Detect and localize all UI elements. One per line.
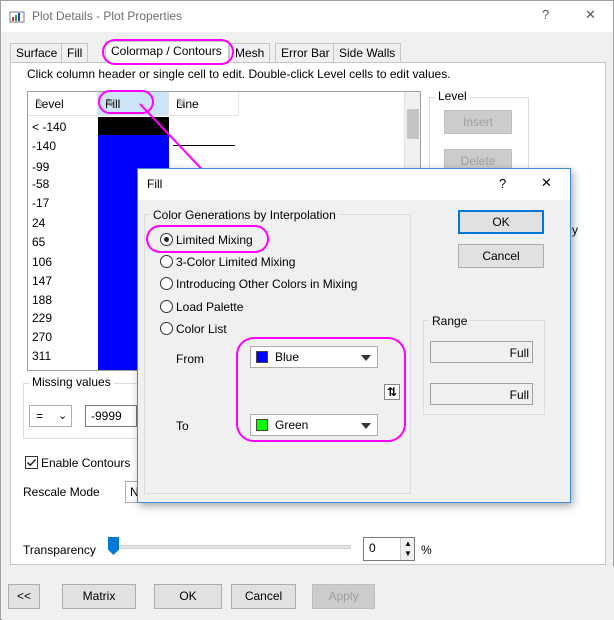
- tab-side-walls[interactable]: Side Walls: [333, 43, 402, 62]
- range-min-field: Full: [430, 341, 533, 363]
- level-cell[interactable]: -58: [32, 177, 49, 191]
- radio-load-palette-label[interactable]: Load Palette: [176, 300, 243, 314]
- edit-pencil-icon[interactable]: ✎: [35, 96, 91, 112]
- level-cell[interactable]: -99: [32, 160, 49, 174]
- spin-up-icon[interactable]: ▲: [404, 539, 412, 548]
- fill-dialog-title-bar[interactable]: Fill ? ✕: [138, 169, 570, 200]
- transparency-spinner[interactable]: ▲ ▼: [400, 538, 414, 560]
- radio-color-list-label[interactable]: Color List: [176, 322, 227, 336]
- tab-surface[interactable]: Surface: [10, 43, 64, 62]
- missing-operator-select[interactable]: = ⌄: [29, 405, 72, 427]
- range-max-field: Full: [430, 383, 533, 405]
- fill-dialog-title: Fill: [147, 177, 163, 191]
- chevron-down-icon: ⌄: [58, 410, 68, 422]
- insert-button[interactable]: Insert: [444, 110, 512, 134]
- app-icon: [9, 11, 25, 23]
- fill-cancel-button[interactable]: Cancel: [458, 244, 544, 268]
- level-cell[interactable]: 229: [32, 311, 52, 325]
- apply-button[interactable]: Apply: [312, 584, 375, 609]
- level-cell[interactable]: -17: [32, 196, 49, 210]
- title-bar[interactable]: Plot Details - Plot Properties ? ✕: [1, 1, 613, 32]
- highlight-limited-mixing: [146, 225, 269, 253]
- cancel-button[interactable]: Cancel: [231, 584, 296, 609]
- collapse-button[interactable]: <<: [8, 584, 40, 609]
- to-label: To: [176, 419, 189, 433]
- level-cell[interactable]: 311: [32, 349, 51, 363]
- radio-other-colors-label[interactable]: Introducing Other Colors in Mixing: [176, 277, 357, 291]
- rescale-mode-label: Rescale Mode: [23, 485, 100, 499]
- level-cell[interactable]: < -140: [32, 120, 66, 134]
- fill-dialog: Fill ? ✕ Color Generations by Interpolat…: [137, 168, 571, 503]
- ok-button[interactable]: OK: [154, 584, 222, 609]
- fill-close-button[interactable]: ✕: [541, 175, 552, 191]
- transparency-label: Transparency: [23, 543, 96, 557]
- missing-value-input[interactable]: -9999: [85, 405, 137, 427]
- highlight-colormap-tab: [102, 39, 234, 65]
- hint-text: Click column header or single cell to ed…: [27, 67, 451, 81]
- highlight-from-to: [236, 337, 406, 442]
- radio-3-color-limited-mixing[interactable]: [160, 255, 173, 268]
- radio-3-color-label[interactable]: 3-Color Limited Mixing: [176, 255, 295, 269]
- help-button[interactable]: ?: [542, 7, 549, 22]
- range-group-label: Range: [429, 314, 471, 328]
- level-cell[interactable]: 147: [32, 274, 52, 288]
- level-cell[interactable]: 24: [32, 216, 45, 230]
- tab-mesh[interactable]: Mesh: [229, 43, 271, 62]
- close-button[interactable]: ✕: [585, 7, 596, 23]
- from-label: From: [176, 352, 204, 366]
- tab-fill[interactable]: Fill: [61, 43, 89, 62]
- partial-label: y: [572, 223, 578, 237]
- scrollbar-thumb[interactable]: [407, 109, 419, 139]
- transparency-slider-track[interactable]: [109, 545, 351, 549]
- missing-values-label: Missing values: [29, 375, 114, 389]
- level-cell[interactable]: 188: [32, 293, 52, 307]
- radio-load-palette[interactable]: [160, 300, 173, 313]
- level-cell[interactable]: 270: [32, 330, 52, 344]
- level-cell[interactable]: -140: [32, 139, 56, 153]
- radio-color-list[interactable]: [160, 322, 173, 335]
- color-generation-group-label: Color Generations by Interpolation: [150, 208, 339, 222]
- level-cell[interactable]: 106: [32, 255, 52, 269]
- level-cell[interactable]: 65: [32, 235, 45, 249]
- column-header-level[interactable]: Level ✎: [28, 92, 98, 116]
- fill-help-button[interactable]: ?: [499, 176, 506, 191]
- check-icon: [26, 458, 37, 467]
- matrix-button[interactable]: Matrix: [62, 584, 136, 609]
- enable-contours-label: Enable Contours: [41, 456, 131, 470]
- spin-down-icon[interactable]: ▼: [404, 549, 412, 558]
- enable-contours-checkbox[interactable]: [25, 456, 38, 469]
- radio-other-colors-mixing[interactable]: [160, 277, 173, 290]
- transparency-unit: %: [421, 543, 432, 557]
- fill-ok-button[interactable]: OK: [458, 210, 544, 234]
- window-title: Plot Details - Plot Properties: [32, 9, 183, 23]
- level-group-label: Level: [435, 89, 470, 103]
- tab-error-bar[interactable]: Error Bar: [275, 43, 336, 62]
